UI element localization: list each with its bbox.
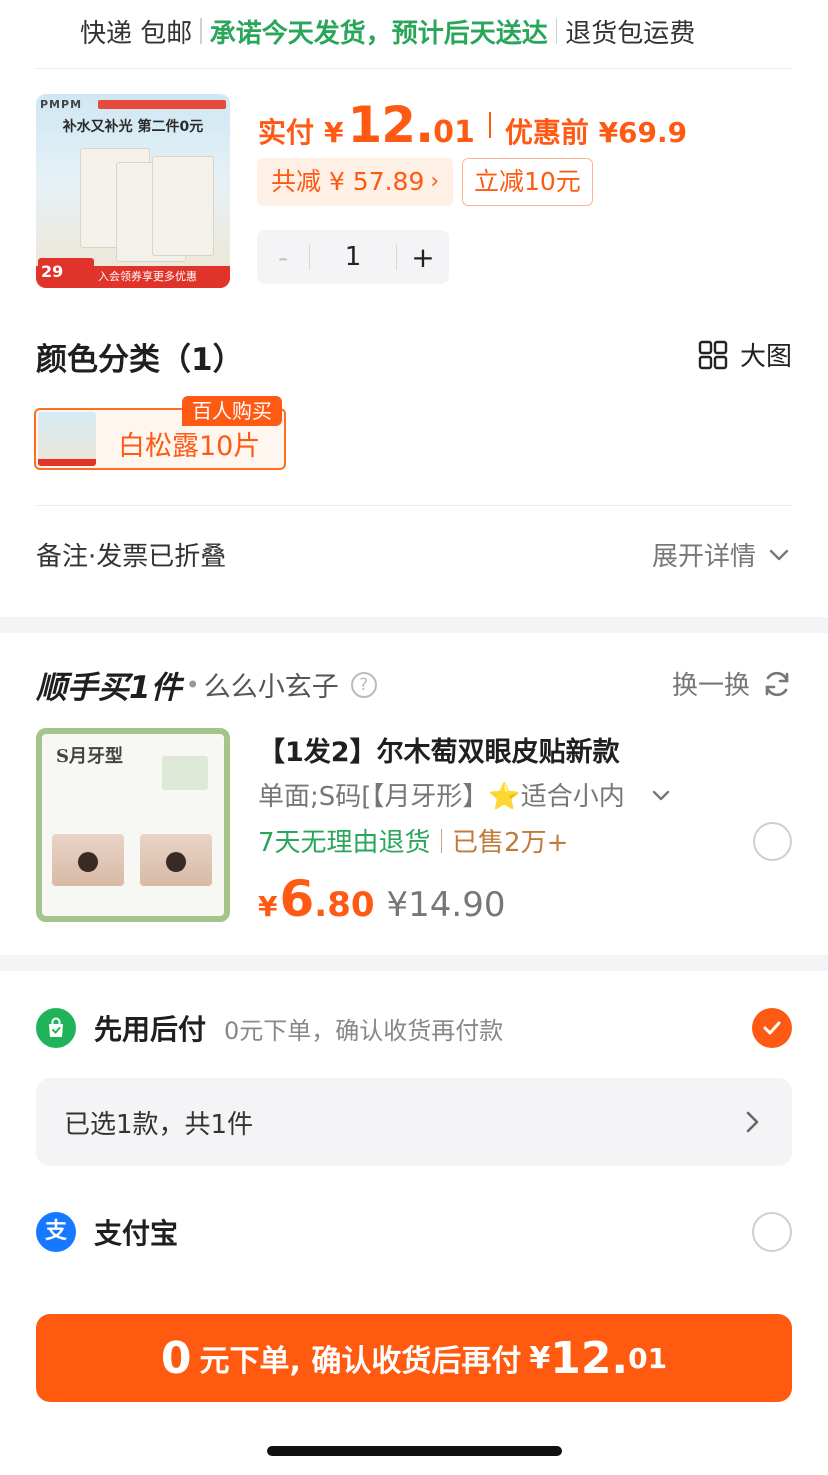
currency-symbol: ¥ bbox=[258, 890, 278, 923]
addon-price-decimal: .80 bbox=[314, 885, 375, 925]
swap-label: 换一换 bbox=[671, 671, 750, 701]
chevron-right-icon bbox=[746, 1111, 759, 1133]
addon-spec-text: 单面;S码[【月牙形】⭐适合小内 bbox=[258, 782, 625, 812]
divider bbox=[555, 18, 558, 44]
price-decimal: 01 bbox=[433, 115, 475, 150]
addon-original-price: ¥14.90 bbox=[386, 885, 506, 925]
alipay-icon: 支 bbox=[36, 1212, 76, 1252]
shipping-row: 快递 包邮 承诺今天发货，预计后天送达 退货包运费 bbox=[0, 0, 828, 62]
bnpl-bag-icon bbox=[36, 1008, 76, 1048]
help-icon[interactable]: ? bbox=[350, 671, 377, 698]
place-order-button[interactable]: 0 元下单, 确认收货后再付 ¥ 12. 01 bbox=[36, 1314, 792, 1402]
big-view-label: 大图 bbox=[739, 342, 792, 372]
section-gap bbox=[0, 955, 828, 971]
variant-label: 白松露10片 bbox=[118, 431, 261, 462]
addon-price: ¥ 6 .80 ¥14.90 bbox=[258, 870, 505, 928]
addon-price-integer: 6 bbox=[279, 870, 315, 928]
addon-thumb-label: S月牙型 bbox=[56, 746, 123, 767]
addon-select-radio[interactable] bbox=[753, 822, 792, 861]
alipay-radio[interactable] bbox=[752, 1212, 792, 1252]
separator-dot: • bbox=[185, 670, 200, 699]
pay-label: 实付 bbox=[258, 116, 315, 149]
product-headline: 补水又补光 第二件0元 bbox=[62, 119, 204, 135]
refresh-icon bbox=[765, 671, 789, 696]
addon-meta: 7天无理由退货 已售2万+ bbox=[258, 822, 568, 859]
divider bbox=[200, 18, 202, 44]
cta-text: 元下单, 确认收货后再付 bbox=[199, 1344, 522, 1379]
price-line: 实付 ¥ 12. 01 优惠前 ¥69.9 bbox=[258, 96, 687, 154]
return-policy: 7天无理由退货 bbox=[258, 828, 431, 858]
expand-details[interactable]: 展开详情 bbox=[652, 536, 792, 573]
discount-text: 共减 ¥ 57.89 bbox=[271, 167, 425, 196]
bnpl-description: 0元下单，确认收货再付款 bbox=[224, 1016, 504, 1045]
cta-price-integer: 12. bbox=[550, 1332, 629, 1384]
selected-items-summary[interactable]: 已选1款，共1件 bbox=[36, 1078, 792, 1166]
eye-before-image bbox=[52, 834, 124, 886]
currency-symbol: ¥ bbox=[324, 116, 344, 149]
chevron-down-icon bbox=[652, 790, 669, 800]
chevron-down-icon bbox=[769, 549, 789, 560]
divider bbox=[440, 828, 443, 853]
home-indicator[interactable] bbox=[267, 1446, 562, 1456]
popular-badge: 百人购买 bbox=[182, 396, 282, 426]
shipping-method: 快递 包邮 bbox=[80, 18, 193, 49]
addon-thumb-card bbox=[162, 756, 208, 790]
addon-title: 顺手买1件 bbox=[36, 662, 182, 707]
addon-count: 1件 bbox=[129, 670, 182, 706]
grid-icon bbox=[698, 340, 728, 369]
divider bbox=[488, 112, 491, 138]
quantity-stepper: - 1 + bbox=[257, 230, 449, 284]
price-integer: 12. bbox=[347, 96, 435, 154]
sold-count: 已售2万+ bbox=[452, 828, 569, 858]
increment-button[interactable]: + bbox=[397, 241, 449, 274]
swap-button[interactable]: 换一换 bbox=[672, 665, 792, 702]
product-banner bbox=[98, 100, 226, 109]
product-box bbox=[152, 156, 214, 256]
cta-price-decimal: 01 bbox=[628, 1341, 668, 1375]
variant-thumbnail bbox=[38, 412, 96, 466]
addon-product-image[interactable]: S月牙型 bbox=[36, 728, 230, 922]
original-price: 优惠前 ¥69.9 bbox=[504, 116, 688, 149]
return-fee: 退货包运费 bbox=[565, 18, 696, 49]
selected-summary-text: 已选1款，共1件 bbox=[64, 1109, 254, 1140]
cta-zero: 0 bbox=[160, 1332, 192, 1384]
quantity-value[interactable]: 1 bbox=[310, 242, 396, 272]
divider bbox=[36, 68, 792, 69]
addon-seller: 么么小玄子 bbox=[203, 672, 339, 703]
eye-after-image bbox=[140, 834, 212, 886]
payment-option-bnpl[interactable]: 先用后付 0元下单，确认收货再付款 bbox=[36, 1008, 792, 1048]
addon-product-title[interactable]: 【1发2】尔木萄双眼皮贴新款 bbox=[258, 730, 620, 769]
alipay-name: 支付宝 bbox=[94, 1217, 179, 1250]
currency-symbol: ¥ bbox=[529, 1340, 551, 1376]
addon-header: 顺手买1件 • 么么小玄子 ? bbox=[36, 662, 377, 707]
payment-option-alipay[interactable]: 支 支付宝 bbox=[36, 1212, 792, 1252]
decrement-button[interactable]: - bbox=[257, 241, 309, 274]
big-view-button[interactable]: 大图 bbox=[698, 336, 792, 373]
chevron-right-icon: › bbox=[430, 169, 440, 194]
product-image[interactable]: PMPM 补水又补光 第二件0元 入会领券享更多优惠 29 bbox=[36, 94, 230, 288]
expand-label: 展开详情 bbox=[651, 542, 756, 572]
notes-row[interactable]: 备注·发票已折叠 展开详情 bbox=[36, 536, 792, 573]
notes-label: 备注·发票已折叠 bbox=[36, 542, 227, 572]
delivery-promise: 承诺今天发货，预计后天送达 bbox=[209, 18, 548, 49]
bnpl-name: 先用后付 bbox=[94, 1013, 207, 1046]
instant-discount-tag: 立减10元 bbox=[462, 158, 593, 206]
addon-title-text: 顺手买 bbox=[36, 670, 129, 706]
color-category-title: 颜色分类（1） bbox=[36, 342, 244, 378]
product-brand: PMPM bbox=[40, 98, 83, 111]
section-gap bbox=[0, 617, 828, 633]
divider bbox=[36, 505, 792, 506]
variant-option-selected[interactable]: 白松露10片 百人购买 bbox=[34, 396, 286, 470]
product-footer-price: 29 bbox=[38, 258, 94, 286]
discount-tag[interactable]: 共减 ¥ 57.89 › bbox=[257, 158, 454, 206]
checkmark-icon[interactable] bbox=[752, 1008, 792, 1048]
addon-spec-selector[interactable]: 单面;S码[【月牙形】⭐适合小内 bbox=[258, 776, 673, 813]
